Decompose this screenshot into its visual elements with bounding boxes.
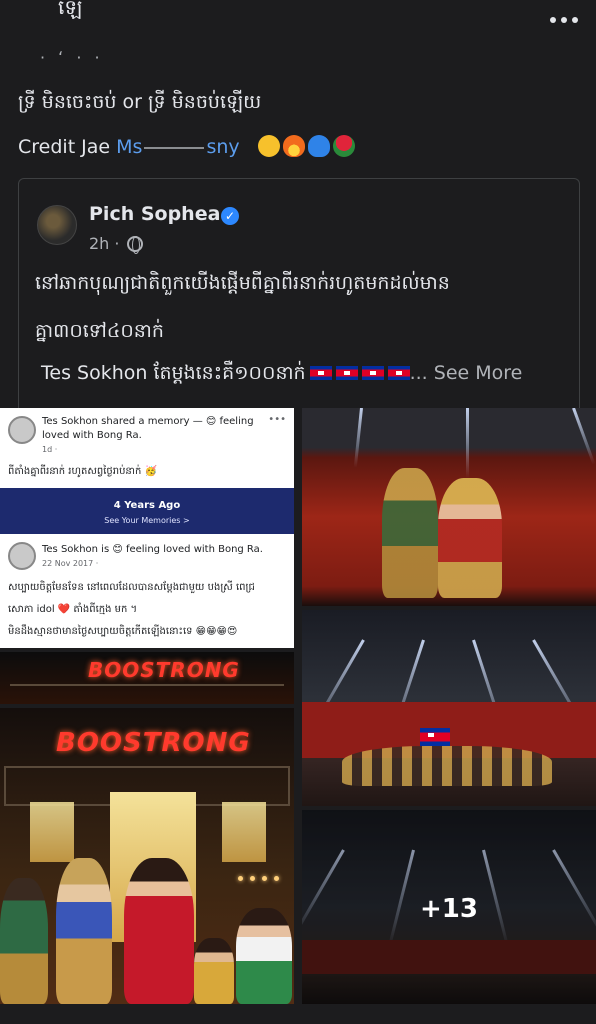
memory-banner-title: 4 Years Ago: [113, 500, 181, 511]
memory-time: 1d ·: [42, 445, 58, 454]
verified-badge-icon: ✓: [221, 207, 239, 225]
performer: [194, 938, 234, 1004]
memory-banner: [0, 488, 294, 534]
stage-light: [238, 876, 243, 881]
memory-original-text-3: មិនដឹងស្មានថាមានថ្ងៃសប្បាយចិត្តកើតឡើងនោះ…: [8, 626, 238, 637]
photo-more-overlay[interactable]: +13: [302, 810, 596, 1004]
memory-banner-subtitle: See Your Memories >: [104, 516, 190, 525]
performers-group: [342, 746, 552, 786]
stage-screen: [222, 802, 266, 862]
brand-logo-text: BOOSTRONG: [88, 658, 240, 682]
cambodia-flag-icon: [387, 366, 410, 380]
post-header-bar: ឡើ: [0, 0, 596, 40]
stage-light-beam: [466, 408, 469, 478]
blue-heart-emoji-icon: [307, 135, 330, 157]
author-name[interactable]: Pich Sophea: [89, 203, 220, 225]
stage-light-beam: [353, 408, 363, 468]
avatar[interactable]: [37, 205, 77, 245]
see-more-link[interactable]: ... See More: [410, 362, 523, 384]
stage-truss: [10, 684, 284, 698]
performer: [382, 468, 438, 598]
stage-light: [250, 876, 255, 881]
stage-light-beam: [572, 408, 596, 465]
more-options-icon[interactable]: [550, 12, 578, 28]
credit-prefix: Credit Jae: [18, 136, 117, 158]
post-text-line: ទ្រី មិនចេះចប់ or ទ្រី មិនចប់ឡើយ: [18, 91, 262, 113]
credit-name-link[interactable]: Ms sny: [116, 136, 239, 158]
performer: [236, 908, 292, 1004]
shared-post-card[interactable]: Pich Sophea ✓ 2h · នៅឆាកបុណ្យជាតិពួកយើងផ…: [18, 178, 580, 418]
photo-gallery: Tes Sokhon shared a memory — 😊 feeling l…: [0, 408, 596, 1004]
performer: [124, 858, 194, 1004]
globe-icon: [127, 236, 143, 254]
cambodia-flag-icon: [361, 366, 384, 380]
cropped-text-line: · ʻ · ·: [40, 48, 104, 67]
more-options-icon: •••: [268, 414, 286, 425]
photo-memory-screenshot[interactable]: Tes Sokhon shared a memory — 😊 feeling l…: [0, 408, 294, 648]
performer: [56, 858, 112, 1004]
photo-stage-wide[interactable]: [302, 610, 596, 806]
stage-light: [274, 876, 279, 881]
stage-light: [262, 876, 267, 881]
cambodia-flag-icon: [309, 366, 332, 380]
cambodia-flag-icon: [335, 366, 358, 380]
avatar: [8, 416, 36, 444]
memory-original-text-2: សោភា idol ❤️ តាំងពីក្មេង មក ។: [8, 604, 138, 615]
photo-dance-performance[interactable]: [302, 408, 596, 606]
memory-original-time: 22 Nov 2017 ·: [42, 559, 99, 568]
performer: [0, 878, 48, 1004]
post-timestamp[interactable]: 2h ·: [89, 234, 120, 253]
avatar: [8, 542, 36, 570]
more-photos-count: +13: [420, 894, 478, 924]
rose-emoji-icon: [332, 135, 355, 157]
memory-original-line: Tes Sokhon is 😊 feeling loved with Bong …: [42, 544, 263, 555]
post-credit-line: Credit Jae Ms sny: [18, 135, 355, 158]
photo-stage-banner[interactable]: BOOSTRONG: [0, 652, 294, 704]
stage-screen: [30, 802, 74, 862]
shared-text-line-3: Tes Sokhon តែម្តងនេះគឺ១០០នាក់... See Mor…: [41, 362, 523, 384]
bottom-divider: [0, 1008, 596, 1024]
memory-shared-line: Tes Sokhon shared a memory — 😊 feeling: [42, 416, 254, 427]
memory-shared-line-2: loved with Bong Ra.: [42, 430, 142, 441]
fire-emoji-icon: [282, 135, 305, 157]
memory-original-text-1: សប្បាយចិត្តមែនទែន នៅពេលដែលបានសម្តែងជាមួយ…: [8, 582, 255, 593]
memory-text: ពីតាំងគ្នាពីរនាក់ រហូតសព្វថ្ងៃរាប់នាក់ 🥳: [8, 466, 157, 477]
photo-stage-performers[interactable]: BOOSTRONG: [0, 708, 294, 1004]
brand-logo-text: BOOSTRONG: [56, 728, 251, 758]
performer: [438, 478, 502, 598]
shared-text-line-2: គ្នា៣០ទៅ៤០នាក់: [35, 320, 164, 342]
shared-text-line-1: នៅឆាកបុណ្យជាតិពួកយើងផ្តើមពីគ្នាពីរនាក់រហ…: [35, 272, 450, 294]
cambodia-flag-icon: [420, 728, 450, 746]
cropped-text: ឡើ: [58, 0, 83, 19]
star-struck-emoji-icon: [257, 135, 280, 157]
